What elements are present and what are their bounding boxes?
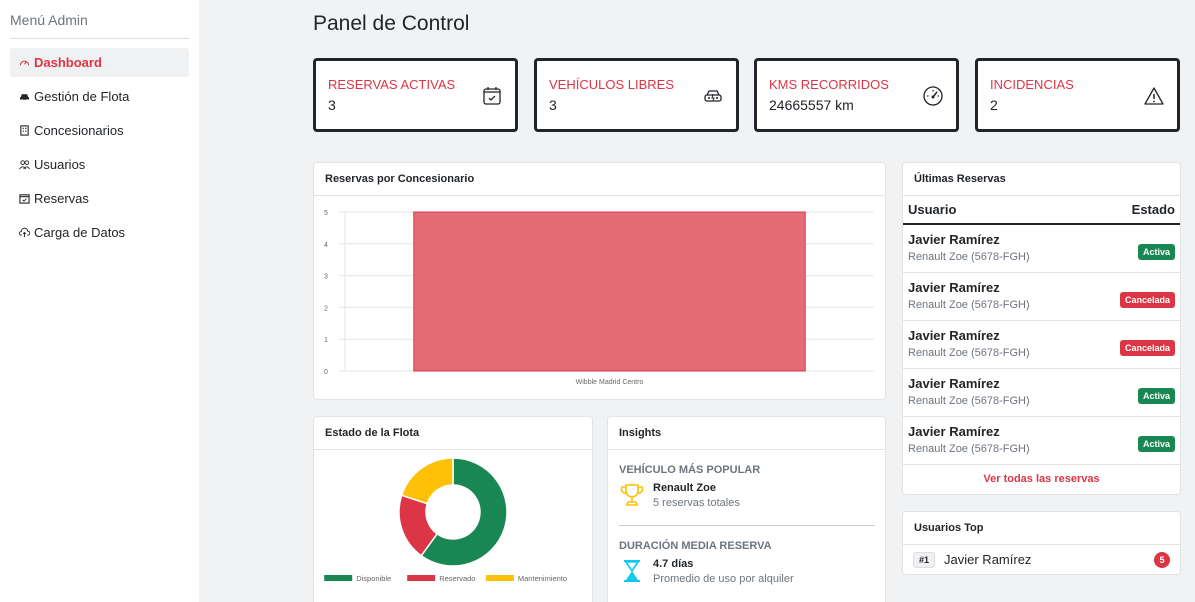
popular-vehicle-detail: 5 reservas totales bbox=[653, 497, 740, 509]
bar[interactable] bbox=[413, 211, 806, 372]
card-title: Insights bbox=[608, 417, 885, 450]
stat-label: RESERVAS ACTIVAS bbox=[328, 77, 456, 92]
y-tick-label: 5 bbox=[324, 210, 328, 217]
sidebar: Menú Admin Dashboard Gestión de Flota Co… bbox=[0, 0, 199, 602]
row-user: Javier Ramírez bbox=[908, 232, 1000, 247]
stat-card-km: KMS RECORRIDOS 24665557 km bbox=[754, 58, 959, 132]
stat-label: KMS RECORRIDOS bbox=[769, 77, 889, 92]
avg-duration-value: 4.7 días bbox=[653, 558, 694, 570]
status-badge: Activa bbox=[1137, 436, 1175, 452]
sidebar-item-label: Gestión de Flota bbox=[34, 89, 130, 104]
stat-card-incidents: INCIDENCIAS 2 bbox=[975, 58, 1180, 132]
hourglass-icon bbox=[624, 560, 640, 582]
insights-card: Insights VEHÍCULO MÁS POPULAR Renault Zo… bbox=[607, 416, 886, 602]
avg-duration-heading: DURACIÓN MEDIA RESERVA bbox=[619, 540, 772, 552]
latest-reservations-card: Últimas Reservas Usuario Estado Javier R… bbox=[902, 162, 1181, 495]
status-badge: Activa bbox=[1137, 244, 1175, 260]
legend-label: Disponible bbox=[356, 574, 391, 583]
sidebar-item-data-upload[interactable]: Carga de Datos bbox=[10, 218, 189, 247]
row-car: Renault Zoe (5678-FGH) bbox=[908, 395, 1030, 407]
car-icon bbox=[704, 90, 722, 102]
popular-vehicle-name: Renault Zoe bbox=[653, 482, 716, 494]
card-title: Usuarios Top bbox=[903, 512, 1180, 545]
y-tick-label: 2 bbox=[324, 305, 328, 312]
top-users-card: Usuarios Top #1 Javier Ramírez 5 bbox=[902, 511, 1181, 575]
main-content: Panel de Control RESERVAS ACTIVAS 3 VEHÍ… bbox=[199, 0, 1195, 602]
sidebar-item-label: Reservas bbox=[34, 191, 89, 206]
status-badge: Cancelada bbox=[1119, 340, 1175, 356]
rank-badge: #1 bbox=[913, 551, 936, 568]
divider bbox=[619, 525, 875, 526]
sidebar-item-reservations[interactable]: Reservas bbox=[10, 184, 189, 213]
cloud-upload-icon bbox=[19, 227, 31, 238]
legend-label: Reservado bbox=[439, 574, 475, 583]
sidebar-item-label: Carga de Datos bbox=[34, 225, 126, 240]
stat-label: INCIDENCIAS bbox=[990, 77, 1074, 92]
reservations-list: Javier Ramírez Renault Zoe (5678-FGH) Acti… bbox=[903, 225, 1180, 465]
card-title: Estado de la Flota bbox=[314, 417, 592, 450]
column-header-user: Usuario bbox=[908, 202, 957, 217]
y-tick-label: 3 bbox=[324, 274, 328, 281]
building-icon bbox=[19, 125, 30, 136]
y-tick-label: 4 bbox=[324, 242, 328, 249]
bar-chart-card: Reservas por Concesionario 0 1 2 3 4 5 Wibble … bbox=[313, 162, 886, 400]
sidebar-item-dashboard[interactable]: Dashboard bbox=[10, 48, 189, 77]
table-row[interactable]: Javier Ramírez Renault Zoe (5678-FGH) Acti… bbox=[903, 369, 1180, 417]
legend-swatch bbox=[324, 575, 353, 581]
x-tick-label: Wibble Madrid Centro bbox=[576, 379, 644, 386]
bar-chart: 0 1 2 3 4 5 Wibble Madrid Centro bbox=[324, 210, 874, 386]
card-title: Reservas por Concesionario bbox=[314, 163, 885, 196]
legend-swatch bbox=[407, 575, 436, 581]
stat-value: 2 bbox=[990, 97, 998, 113]
table-row[interactable]: Javier Ramírez Renault Zoe (5678-FGH) Canc… bbox=[903, 273, 1180, 321]
status-badge: Cancelada bbox=[1119, 292, 1175, 308]
sidebar-item-dealerships[interactable]: Concesionarios bbox=[10, 116, 189, 145]
table-header: Usuario Estado bbox=[903, 196, 1180, 225]
stat-value: 3 bbox=[328, 97, 336, 113]
legend-label: Mantenimiento bbox=[518, 574, 567, 583]
legend-swatch bbox=[485, 575, 514, 581]
y-tick-label: 0 bbox=[324, 369, 328, 376]
list-item[interactable]: #1 Javier Ramírez 5 bbox=[903, 545, 1180, 574]
table-row[interactable]: Javier Ramírez Renault Zoe (5678-FGH) Canc… bbox=[903, 321, 1180, 369]
calendar-check-icon bbox=[19, 193, 30, 204]
fleet-status-card: Estado de la Flota Disponible Reservado Ma… bbox=[313, 416, 593, 602]
view-all-reservations-link[interactable]: Ver todas las reservas bbox=[903, 465, 1180, 485]
speedometer-icon bbox=[19, 57, 30, 68]
row-car: Renault Zoe (5678-FGH) bbox=[908, 443, 1030, 455]
car-icon bbox=[19, 91, 30, 102]
y-tick-label: 1 bbox=[324, 337, 328, 344]
card-title: Últimas Reservas bbox=[903, 163, 1180, 196]
avg-duration-detail: Promedio de uso por alquiler bbox=[653, 573, 794, 585]
row-user: Javier Ramírez bbox=[908, 376, 1000, 391]
stat-label: VEHÍCULOS LIBRES bbox=[549, 77, 674, 92]
donut-slice-mantenimiento[interactable] bbox=[400, 457, 454, 505]
warning-icon bbox=[1144, 87, 1164, 105]
calendar-check-icon bbox=[483, 87, 501, 105]
page-title: Panel de Control bbox=[313, 12, 470, 35]
users-icon bbox=[19, 159, 30, 170]
count-badge: 5 bbox=[1154, 552, 1170, 568]
sidebar-item-label: Concesionarios bbox=[34, 123, 124, 138]
top-user-name: Javier Ramírez bbox=[944, 552, 1032, 567]
stat-card-free-vehicles: VEHÍCULOS LIBRES 3 bbox=[534, 58, 739, 132]
table-row[interactable]: Javier Ramírez Renault Zoe (5678-FGH) Acti… bbox=[903, 225, 1180, 273]
sidebar-title: Menú Admin bbox=[10, 0, 189, 39]
table-row[interactable]: Javier Ramírez Renault Zoe (5678-FGH) Acti… bbox=[903, 417, 1180, 465]
popular-vehicle-heading: VEHÍCULO MÁS POPULAR bbox=[619, 464, 761, 476]
speedometer-icon bbox=[923, 86, 943, 106]
stat-value: 3 bbox=[549, 97, 557, 113]
sidebar-item-label: Usuarios bbox=[34, 157, 86, 172]
sidebar-item-fleet[interactable]: Gestión de Flota bbox=[10, 82, 189, 111]
row-user: Javier Ramírez bbox=[908, 424, 1000, 439]
sidebar-item-users[interactable]: Usuarios bbox=[10, 150, 189, 179]
sidebar-item-label: Dashboard bbox=[34, 55, 102, 70]
column-header-status: Estado bbox=[1131, 202, 1175, 217]
stat-value: 24665557 km bbox=[769, 97, 854, 113]
status-badge: Activa bbox=[1137, 388, 1175, 404]
stat-card-active-reservations: RESERVAS ACTIVAS 3 bbox=[313, 58, 518, 132]
row-car: Renault Zoe (5678-FGH) bbox=[908, 251, 1030, 263]
trophy-icon bbox=[620, 484, 644, 506]
donut-chart: Disponible Reservado Mantenimiento bbox=[324, 457, 567, 583]
